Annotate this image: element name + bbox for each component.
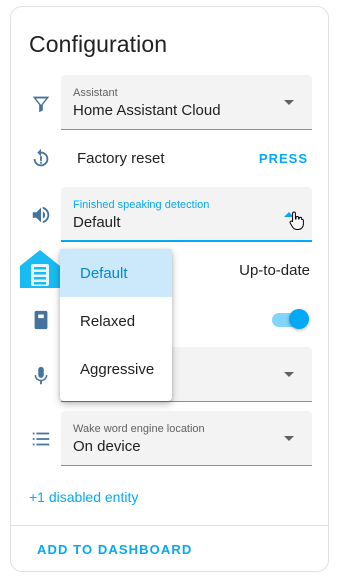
- dropdown-arrow-icon: [284, 100, 294, 105]
- menu-option-aggressive[interactable]: Aggressive: [60, 345, 172, 393]
- factory-reset-press-button[interactable]: PRESS: [259, 151, 308, 166]
- wake-word-label: Wake word engine location: [73, 423, 205, 435]
- speaker-icon: [29, 203, 53, 227]
- add-to-dashboard-button[interactable]: ADD TO DASHBOARD: [37, 542, 192, 557]
- device-icon: [29, 308, 53, 332]
- dropdown-arrow-icon: [284, 436, 294, 441]
- microphone-icon: [29, 364, 53, 388]
- hand-cursor-icon: [289, 211, 304, 230]
- restart-icon: [29, 147, 53, 171]
- menu-option-relaxed[interactable]: Relaxed: [60, 297, 172, 345]
- home-assistant-logo: [20, 250, 60, 288]
- firmware-status: Up-to-date: [239, 262, 310, 279]
- menu-option-default[interactable]: Default: [60, 249, 172, 297]
- assistant-select[interactable]: Assistant Home Assistant Cloud: [61, 75, 312, 130]
- card-title: Configuration: [29, 31, 168, 57]
- finished-speaking-detection-select[interactable]: Finished speaking detection Default: [61, 187, 312, 242]
- disabled-entity-link[interactable]: +1 disabled entity: [29, 489, 138, 505]
- filter-icon: [29, 92, 53, 116]
- toggle-knob[interactable]: [289, 309, 309, 329]
- assistant-value: Home Assistant Cloud: [73, 102, 221, 119]
- divider: [11, 525, 328, 526]
- speaking-detection-menu: Default Relaxed Aggressive: [60, 249, 172, 401]
- assistant-label: Assistant: [73, 87, 118, 99]
- list-icon: [29, 427, 53, 451]
- factory-reset-label: Factory reset: [77, 150, 165, 167]
- wake-word-location-select[interactable]: Wake word engine location On device: [61, 411, 312, 466]
- speaking-detection-value: Default: [73, 214, 121, 231]
- speaking-detection-label: Finished speaking detection: [73, 199, 210, 211]
- dropdown-arrow-icon: [284, 372, 294, 377]
- wake-word-value: On device: [73, 438, 141, 455]
